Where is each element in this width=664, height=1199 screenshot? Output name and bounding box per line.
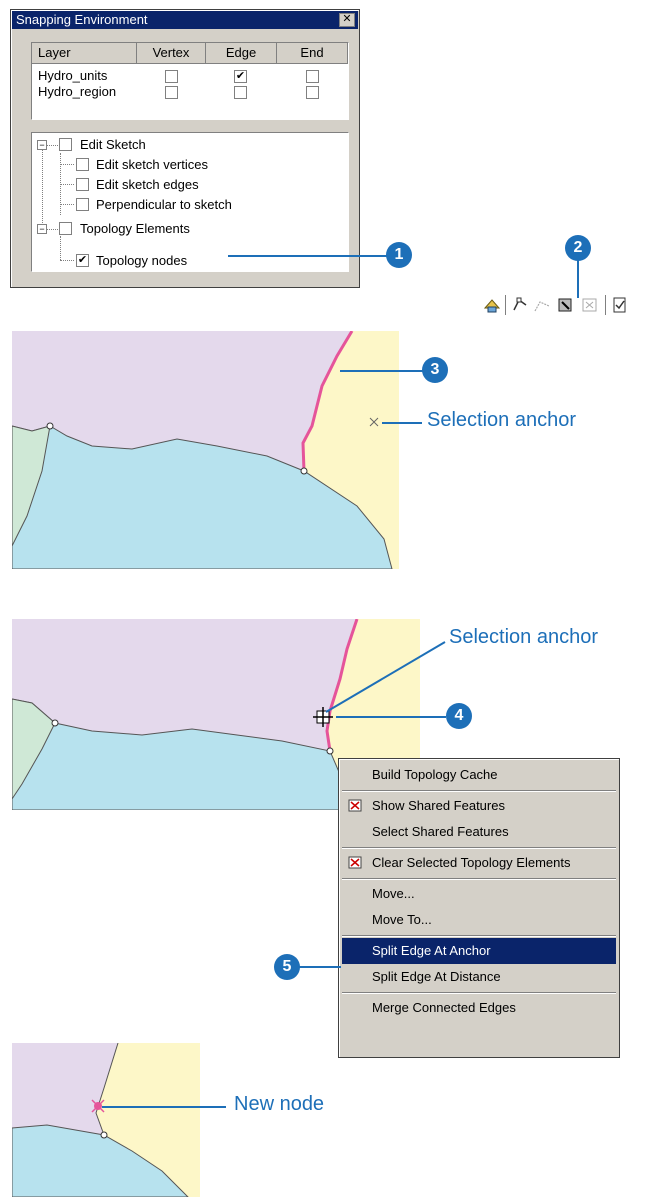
topology-toolbar	[481, 293, 661, 317]
fix-topology-error-icon[interactable]	[581, 296, 599, 314]
menu-item-split-edge-at-distance[interactable]: Split Edge At Distance	[342, 964, 616, 990]
toolbar-separator	[505, 295, 507, 315]
anchor-leader-line	[325, 641, 446, 713]
menu-separator	[342, 878, 616, 880]
clear-selected-topology-icon	[348, 856, 362, 869]
topology-node[interactable]	[46, 422, 54, 430]
menu-separator	[342, 935, 616, 937]
edit-sketch-vertices-checkbox[interactable]	[76, 158, 89, 171]
vertex-checkbox[interactable]	[165, 70, 178, 83]
show-shared-features-icon	[348, 799, 362, 812]
topology-context-menu: Build Topology Cache Show Shared Feature…	[338, 758, 620, 1058]
menu-separator	[342, 790, 616, 792]
tree-connector	[60, 184, 74, 185]
tree-connector	[60, 164, 74, 165]
callout-2: 2	[565, 235, 591, 261]
menu-item-clear-selected-topology-elements[interactable]: Clear Selected Topology Elements	[342, 850, 616, 876]
tree-item-perpendicular-to-sketch[interactable]: Perpendicular to sketch	[96, 197, 232, 213]
selection-anchor-label: Selection anchor	[449, 626, 598, 648]
error-inspector-icon[interactable]	[611, 296, 629, 314]
topology-node[interactable]	[100, 1131, 108, 1139]
callout-1: 1	[386, 242, 412, 268]
menu-separator	[342, 992, 616, 994]
callout-5: 5	[274, 954, 300, 980]
window-title-bar: Snapping Environment ✕	[12, 11, 358, 29]
layer-snapping-table: Layer Vertex Edge End Hydro_units ✔ Hydr…	[31, 42, 349, 120]
map-panel-3	[12, 1043, 200, 1197]
tree-connector	[46, 145, 58, 146]
vertex-checkbox[interactable]	[165, 86, 178, 99]
tree-item-edit-sketch[interactable]: Edit Sketch	[80, 137, 146, 153]
column-header-end[interactable]: End	[277, 43, 348, 64]
menu-item-move[interactable]: Move...	[342, 881, 616, 907]
menu-item-merge-connected-edges[interactable]: Merge Connected Edges	[342, 995, 616, 1021]
menu-separator	[342, 847, 616, 849]
collapse-icon[interactable]: −	[37, 140, 47, 150]
tree-connector	[42, 149, 43, 229]
callout-5-leader	[299, 966, 341, 968]
tree-item-edit-sketch-edges[interactable]: Edit sketch edges	[96, 177, 199, 193]
menu-item-split-edge-at-anchor[interactable]: Split Edge At Anchor	[342, 938, 616, 964]
reshape-edge-icon[interactable]	[533, 296, 551, 314]
selection-anchor-label: Selection anchor	[427, 409, 576, 431]
window-title: Snapping Environment	[16, 12, 148, 27]
column-header-vertex[interactable]: Vertex	[137, 43, 206, 64]
menu-item-select-shared-features[interactable]: Select Shared Features	[342, 819, 616, 845]
topology-nodes-checkbox[interactable]: ✔	[76, 254, 89, 267]
edge-checkbox[interactable]: ✔	[234, 70, 247, 83]
tree-connector	[46, 229, 58, 230]
layer-name: Hydro_units	[38, 68, 108, 83]
layer-name: Hydro_region	[38, 84, 117, 99]
anchor-label-leader	[382, 422, 422, 424]
map-panel-1	[12, 331, 399, 569]
end-checkbox[interactable]	[306, 86, 319, 99]
topology-snapping-tree: − Edit Sketch Edit sketch vertices Edit …	[31, 132, 349, 272]
callout-4-leader	[336, 716, 446, 718]
tree-connector	[60, 236, 61, 260]
tree-connector	[60, 204, 74, 205]
modify-edge-icon[interactable]	[511, 296, 529, 314]
edit-sketch-edges-checkbox[interactable]	[76, 178, 89, 191]
end-checkbox[interactable]	[306, 70, 319, 83]
perpendicular-checkbox[interactable]	[76, 198, 89, 211]
new-node-label: New node	[234, 1093, 325, 1115]
topology-node[interactable]	[300, 467, 308, 475]
column-header-edge[interactable]: Edge	[206, 43, 277, 64]
snapping-environment-window: Snapping Environment ✕ Layer Vertex Edge…	[10, 9, 360, 288]
tree-connector	[60, 260, 74, 261]
new-node-leader	[102, 1106, 226, 1108]
callout-1-leader	[228, 255, 388, 257]
collapse-icon[interactable]: −	[37, 224, 47, 234]
topology-node[interactable]	[51, 719, 59, 727]
callout-3-leader	[340, 370, 424, 372]
callout-4: 4	[446, 703, 472, 729]
toolbar-separator	[605, 295, 607, 315]
callout-3: 3	[422, 357, 448, 383]
tree-item-topology-nodes[interactable]: Topology nodes	[96, 253, 187, 269]
edit-sketch-checkbox[interactable]	[59, 138, 72, 151]
menu-item-show-shared-features[interactable]: Show Shared Features	[342, 793, 616, 819]
topology-node[interactable]	[326, 747, 334, 755]
topology-edit-icon[interactable]	[483, 296, 501, 314]
edge-checkbox[interactable]	[234, 86, 247, 99]
topology-elements-checkbox[interactable]	[59, 222, 72, 235]
show-shared-features-icon[interactable]	[557, 296, 575, 314]
menu-item-build-topology-cache[interactable]: Build Topology Cache	[342, 762, 616, 788]
close-icon[interactable]: ✕	[339, 13, 355, 27]
menu-item-move-to[interactable]: Move To...	[342, 907, 616, 933]
tree-item-topology-elements[interactable]: Topology Elements	[80, 221, 190, 237]
column-header-layer[interactable]: Layer	[32, 43, 137, 64]
tree-item-edit-sketch-vertices[interactable]: Edit sketch vertices	[96, 157, 208, 173]
